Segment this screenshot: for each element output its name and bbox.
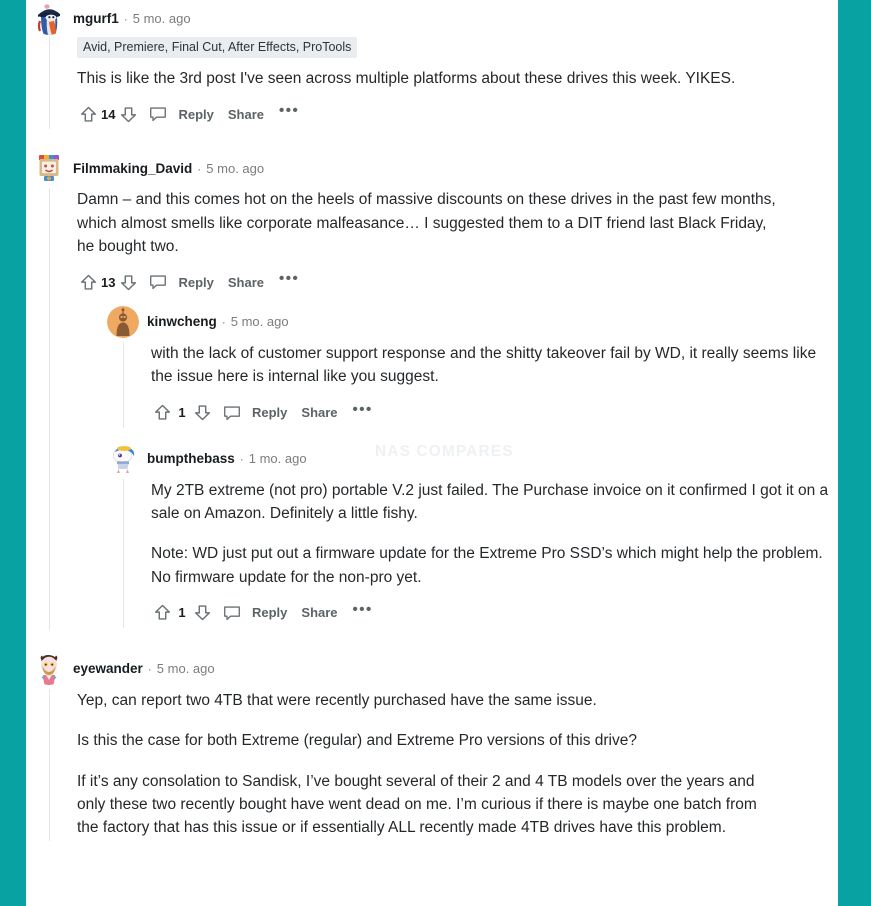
comment-thread: mgurf1 · 5 mo. ago Avid, Premiere, Final… — [26, 0, 838, 906]
more-options-button[interactable]: ••• — [345, 402, 379, 421]
comment-meta: Filmmaking_David · 5 mo. ago — [73, 162, 264, 176]
right-page-gutter — [838, 0, 871, 906]
comment-bubble-icon[interactable] — [219, 401, 245, 425]
comment-meta: eyewander · 5 mo. ago — [73, 662, 215, 676]
avatar-filmmaking-david[interactable] — [33, 152, 65, 185]
vote-score: 13 — [101, 274, 116, 290]
comment-paragraph: Is this the case for both Extreme (regul… — [77, 732, 637, 750]
vote-score: 14 — [101, 106, 116, 122]
comment-paragraph: My 2TB extreme (not pro) portable V.2 ju… — [151, 481, 829, 523]
avatar-mgurf1[interactable] — [33, 3, 65, 35]
downvote-icon[interactable] — [191, 601, 213, 625]
comment-bubble-icon[interactable] — [145, 270, 171, 294]
comment-actions: 1 Reply Share ••• — [151, 400, 838, 426]
comment-body: Yep, can report two 4TB that were recent… — [49, 688, 838, 842]
comment-paragraph: with the lack of customer support respon… — [151, 345, 817, 386]
share-button[interactable]: Share — [221, 107, 271, 122]
comment-bubble-icon[interactable] — [145, 102, 171, 126]
comment-paragraph: Damn – and this comes hot on the heels o… — [77, 191, 776, 255]
comment-paragraph: This is like the 3rd post I've seen acro… — [77, 70, 736, 87]
comment-author[interactable]: bumpthebass — [147, 452, 235, 466]
comment-header: Filmmaking_David · 5 mo. ago — [33, 151, 838, 185]
comment-author[interactable]: eyewander — [73, 662, 143, 676]
downvote-icon[interactable] — [117, 102, 139, 126]
comment-bubble-icon[interactable] — [219, 601, 245, 625]
nested-replies: kinwcheng · 5 mo. ago with the lack of c… — [93, 295, 838, 628]
upvote-icon[interactable] — [77, 102, 99, 126]
comment-meta: mgurf1 · 5 mo. ago — [73, 12, 191, 26]
more-options-button[interactable]: ••• — [345, 602, 379, 621]
reply-button[interactable]: Reply — [171, 107, 220, 122]
share-button[interactable]: Share — [221, 275, 271, 290]
avatar-bumpthebass[interactable] — [107, 442, 139, 475]
meta-separator: · — [123, 12, 128, 27]
comment-kinwcheng: kinwcheng · 5 mo. ago with the lack of c… — [107, 295, 838, 428]
left-page-gutter — [0, 0, 26, 906]
share-button[interactable]: Share — [294, 605, 344, 620]
reply-button[interactable]: Reply — [245, 405, 294, 420]
comment-paragraph: Yep, can report two 4TB that were recent… — [77, 691, 597, 709]
comment-timestamp: 5 mo. ago — [206, 160, 265, 176]
comment-header: eyewander · 5 mo. ago — [33, 652, 838, 686]
reply-button[interactable]: Reply — [245, 605, 294, 620]
user-flair-badge: Avid, Premiere, Final Cut, After Effects… — [77, 37, 358, 58]
comment-body: Damn – and this comes hot on the heels o… — [49, 188, 838, 630]
meta-separator: · — [147, 662, 152, 677]
downvote-icon[interactable] — [191, 401, 213, 425]
comment-header: mgurf1 · 5 mo. ago — [33, 2, 838, 36]
downvote-icon[interactable] — [117, 270, 139, 294]
comment-timestamp: 1 mo. ago — [248, 451, 307, 467]
comment-mgurf1: mgurf1 · 5 mo. ago Avid, Premiere, Final… — [26, 0, 838, 130]
upvote-icon[interactable] — [151, 601, 173, 625]
comment-timestamp: 5 mo. ago — [156, 661, 215, 677]
meta-separator: · — [197, 161, 202, 176]
comment-filmmaking-david: Filmmaking_David · 5 mo. ago Damn – and … — [26, 129, 838, 630]
meta-separator: · — [239, 452, 244, 467]
comment-header: kinwcheng · 5 mo. ago — [107, 305, 838, 339]
avatar-kinwcheng[interactable] — [107, 306, 139, 339]
more-options-button[interactable]: ••• — [271, 271, 305, 290]
more-options-button[interactable]: ••• — [271, 103, 305, 122]
comment-author[interactable]: mgurf1 — [73, 12, 119, 26]
comment-eyewander: eyewander · 5 mo. ago Yep, can report tw… — [26, 630, 838, 842]
meta-separator: · — [221, 315, 226, 330]
comment-actions: 1 Reply Share ••• — [151, 600, 838, 626]
vote-score: 1 — [178, 405, 186, 421]
comment-body: My 2TB extreme (not pro) portable V.2 ju… — [123, 478, 838, 628]
share-button[interactable]: Share — [294, 405, 344, 420]
comment-paragraph: Note: WD just put out a firmware update … — [151, 545, 823, 586]
reply-button[interactable]: Reply — [171, 275, 220, 290]
upvote-icon[interactable] — [151, 401, 173, 425]
comment-body: Avid, Premiere, Final Cut, After Effects… — [49, 36, 838, 130]
comment-actions: 14 Reply Share ••• — [77, 101, 838, 127]
vote-score: 1 — [178, 605, 186, 621]
upvote-icon[interactable] — [77, 270, 99, 294]
comment-meta: bumpthebass · 1 mo. ago — [147, 452, 307, 466]
comment-header: bumpthebass · 1 mo. ago — [107, 442, 838, 476]
comment-timestamp: 5 mo. ago — [132, 11, 191, 27]
comment-author[interactable]: kinwcheng — [147, 315, 217, 329]
avatar-eyewander[interactable] — [33, 652, 65, 685]
comment-meta: kinwcheng · 5 mo. ago — [147, 315, 289, 329]
comment-timestamp: 5 mo. ago — [230, 314, 289, 330]
comment-bumpthebass: bumpthebass · 1 mo. ago My 2TB extreme (… — [107, 428, 838, 628]
comment-paragraph: If it’s any consolation to Sandisk, I’ve… — [77, 772, 757, 837]
comment-body: with the lack of customer support respon… — [123, 342, 838, 428]
comment-actions: 13 Reply Share ••• — [77, 269, 838, 295]
comment-author[interactable]: Filmmaking_David — [73, 162, 192, 176]
